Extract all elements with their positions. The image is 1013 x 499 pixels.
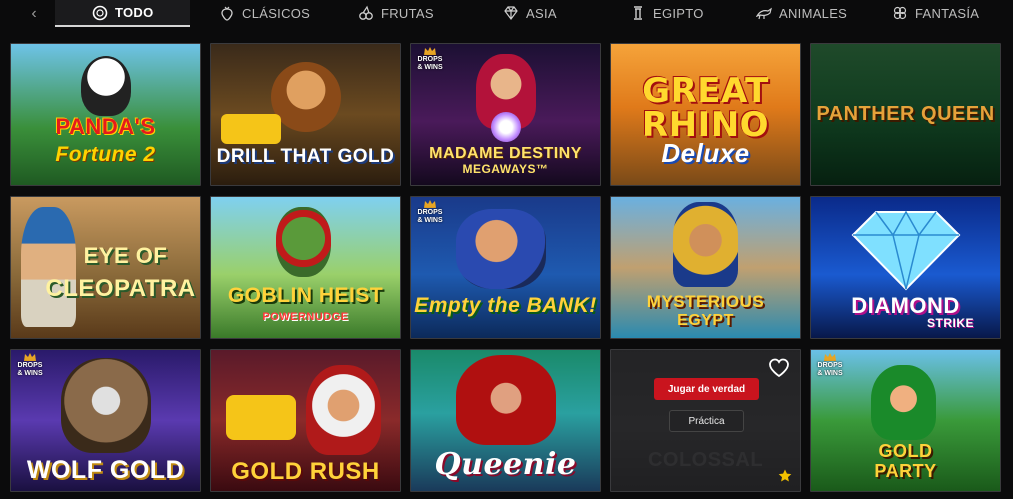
star-icon: [778, 469, 792, 482]
tab-frutas[interactable]: FRUTAS: [358, 0, 434, 26]
game-title: Empty the BANK!: [414, 294, 597, 317]
cherries-icon: [359, 5, 373, 20]
game-tile-empty-the-bank[interactable]: Empty the BANK! DROPS & WINS: [410, 196, 601, 339]
game-subtitle: MEGAWAYS™: [462, 162, 549, 176]
tab-label: ASIA: [526, 5, 557, 21]
game-tile-goblin-heist[interactable]: GOBLIN HEIST POWERNUDGE: [210, 196, 401, 339]
wolf-artwork: [61, 358, 151, 453]
game-subtitle: PARTY: [874, 461, 937, 481]
clover-icon: [893, 6, 907, 20]
tab-clasicos[interactable]: CLÁSICOS: [219, 0, 310, 26]
game-title: DRILL THAT GOLD: [216, 146, 395, 167]
miner-artwork: [271, 62, 341, 132]
egyptian-queen-artwork: [673, 202, 738, 287]
tab-label: FANTASÍA: [915, 5, 980, 21]
game-tile-panther-queen[interactable]: PANTHER QUEEN: [810, 43, 1001, 186]
panda-artwork: [81, 56, 131, 116]
game-title: WOLF GOLD: [26, 456, 185, 484]
game-title: GOBLIN HEIST: [227, 284, 384, 307]
tab-label: TODO: [115, 5, 154, 20]
diamond-icon: [504, 6, 518, 20]
game-subtitle: POWERNUDGE: [262, 311, 349, 323]
crystal-ball-artwork: [491, 112, 521, 142]
crown-icon: [24, 353, 36, 361]
robber-artwork: [456, 209, 546, 289]
game-subtitle: Deluxe: [661, 138, 750, 168]
tab-label: FRUTAS: [381, 5, 434, 21]
game-subtitle: EGYPT: [677, 312, 734, 329]
game-tile-queenie[interactable]: Queenie: [410, 349, 601, 492]
crown-icon: [424, 200, 436, 208]
tab-todo[interactable]: TODO: [55, 0, 190, 27]
animal-icon: [756, 7, 772, 20]
diamond-artwork: [851, 210, 961, 291]
drops-wins-badge: DROPS & WINS: [413, 46, 447, 80]
gold-cart-artwork: [226, 395, 296, 440]
game-title: MYSTERIOUS: [646, 292, 765, 311]
game-tile-mysterious-egypt[interactable]: MYSTERIOUS EGYPT: [610, 196, 801, 339]
heart-icon[interactable]: [768, 358, 790, 378]
game-title: GREAT RHINO: [641, 71, 770, 145]
leprechaun-artwork: [871, 365, 936, 440]
game-tile-gold-party[interactable]: GOLD PARTY DROPS & WINS: [810, 349, 1001, 492]
game-tile-wolf-gold[interactable]: WOLF GOLD DROPS & WINS: [10, 349, 201, 492]
crown-icon: [824, 353, 836, 361]
game-tile-eye-of-cleopatra[interactable]: EYE OF CLEOPATRA: [10, 196, 201, 339]
queen-artwork: [456, 355, 556, 445]
cleopatra-artwork: [21, 207, 76, 327]
game-tile-gold-rush[interactable]: GOLD RUSH: [210, 349, 401, 492]
play-real-button[interactable]: Jugar de verdad: [654, 378, 759, 400]
gold-pile-artwork: [221, 114, 281, 144]
drops-wins-badge: DROPS & WINS: [13, 352, 47, 386]
chip-icon: [92, 5, 108, 21]
game-subtitle: Fortune 2: [55, 143, 156, 166]
play-demo-button[interactable]: Práctica: [669, 410, 744, 432]
game-title: GOLD: [878, 441, 933, 461]
game-tile-great-rhino-deluxe[interactable]: GREAT RHINO Deluxe: [610, 43, 801, 186]
tab-animales[interactable]: ANIMALES: [756, 0, 847, 26]
game-tile-drill-that-gold[interactable]: DRILL THAT GOLD: [210, 43, 401, 186]
tab-fantasia[interactable]: FANTASÍA: [892, 0, 979, 26]
tab-egipto[interactable]: EGIPTO: [630, 0, 704, 26]
strawberry-icon: [221, 6, 233, 21]
tab-label: ANIMALES: [779, 5, 848, 21]
game-tile-pandas-fortune-2[interactable]: PANDA'S Fortune 2: [10, 43, 201, 186]
game-tile-diamond-strike[interactable]: DIAMOND STRIKE: [810, 196, 1001, 339]
category-bar: ‹ TODO CLÁSICOS FRUTAS ASIA EGIPTO ANIMA…: [0, 0, 1013, 28]
game-title: GOLD RUSH: [231, 458, 380, 485]
goblin-artwork: [276, 207, 331, 277]
game-subtitle: STRIKE: [926, 316, 974, 330]
prospector-artwork: [306, 365, 381, 455]
game-title: DIAMOND: [851, 293, 960, 318]
crown-icon: [424, 47, 436, 55]
chevron-left-icon[interactable]: ‹: [26, 4, 42, 24]
tab-label: EGIPTO: [653, 5, 704, 21]
tab-label: CLÁSICOS: [242, 5, 311, 21]
drops-wins-badge: DROPS & WINS: [413, 199, 447, 233]
game-tile-colossal[interactable]: COLOSSAL Jugar de verdad Práctica: [610, 349, 801, 492]
game-title: MADAME DESTINY: [429, 145, 582, 162]
drops-wins-badge: DROPS & WINS: [813, 352, 847, 386]
game-title: Queenie: [434, 447, 577, 482]
pillar-icon: [634, 6, 642, 20]
game-title: PANTHER QUEEN: [816, 103, 995, 125]
game-title: PANDA'S: [55, 114, 156, 139]
tab-asia[interactable]: ASIA: [503, 0, 557, 26]
game-tile-madame-destiny[interactable]: MADAME DESTINY MEGAWAYS™ DROPS & WINS: [410, 43, 601, 186]
